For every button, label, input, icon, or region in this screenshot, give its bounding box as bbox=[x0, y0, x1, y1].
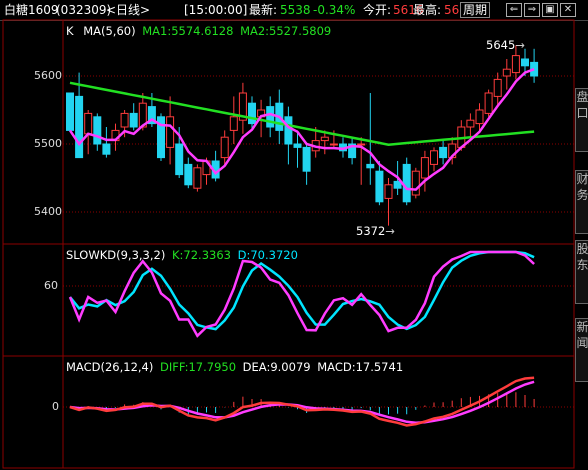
candle-body bbox=[293, 143, 302, 148]
candle-body bbox=[357, 143, 366, 146]
macd-diff-value: DIFF:17.7950 bbox=[160, 360, 237, 374]
main-panel-legend: K MA(5,60) MA1:5574.6128 MA2:5527.5809 bbox=[66, 24, 331, 38]
candle-body bbox=[521, 58, 529, 67]
candle-body bbox=[502, 68, 511, 77]
candle-body bbox=[84, 112, 93, 135]
candle-body bbox=[484, 92, 493, 114]
candle-body bbox=[284, 116, 293, 145]
macd-y-tick-0: 0 bbox=[52, 400, 59, 413]
kd-k-line bbox=[68, 250, 535, 338]
candle-body bbox=[320, 136, 329, 142]
candle-body bbox=[439, 146, 448, 159]
kd-params: SLOWKD(9,3,3,2) bbox=[66, 248, 166, 262]
candle-body bbox=[248, 102, 256, 125]
candle-body bbox=[493, 78, 502, 97]
candle-body bbox=[302, 146, 311, 172]
candle-body bbox=[93, 116, 102, 145]
candle-body bbox=[175, 143, 184, 176]
candle-body bbox=[184, 163, 193, 186]
chart-canvas[interactable] bbox=[0, 0, 575, 470]
ma-params: MA(5,60) bbox=[83, 24, 136, 38]
candle-body bbox=[193, 167, 202, 189]
y-tick-5600: 5600 bbox=[34, 69, 62, 82]
candle-body bbox=[375, 170, 384, 203]
kd-k-value: K:72.3363 bbox=[171, 248, 231, 262]
candle-body bbox=[229, 116, 238, 131]
candle-body bbox=[66, 92, 74, 131]
kd-panel-legend: SLOWKD(9,3,3,2) K:72.3363 D:70.3720 bbox=[66, 248, 298, 262]
candle-body bbox=[430, 150, 438, 165]
ma2-value: MA2:5527.5809 bbox=[240, 24, 332, 38]
chart-type-label: K bbox=[66, 24, 74, 38]
macd-panel-legend: MACD(26,12,4) DIFF:17.7950 DEA:9.0079 MA… bbox=[66, 360, 403, 374]
candle-body bbox=[366, 163, 375, 169]
candle-body bbox=[384, 184, 393, 199]
low-mark-value: 5372 bbox=[356, 224, 386, 238]
y-tick-5500: 5500 bbox=[34, 137, 62, 150]
candle-body bbox=[129, 112, 138, 128]
kd-y-tick-60: 60 bbox=[44, 279, 58, 292]
tab-news[interactable]: 新闻 bbox=[575, 318, 588, 382]
candle-body bbox=[220, 136, 229, 159]
candle-body bbox=[420, 157, 429, 179]
candle-body bbox=[266, 106, 275, 128]
macd-params: MACD(26,12,4) bbox=[66, 360, 154, 374]
y-tick-5400: 5400 bbox=[34, 205, 62, 218]
high-price-mark: 5645→ bbox=[486, 38, 525, 52]
macd-dea-line bbox=[69, 380, 535, 425]
high-mark-value: 5645 bbox=[486, 38, 516, 52]
macd-value: MACD:17.5741 bbox=[317, 360, 404, 374]
candle-body bbox=[166, 116, 175, 148]
low-price-mark: 5372→ bbox=[356, 224, 395, 238]
candle-body bbox=[466, 119, 475, 128]
candle-body bbox=[75, 95, 84, 159]
candle-body bbox=[329, 143, 338, 146]
macd-diff-line bbox=[69, 376, 535, 427]
candle-body bbox=[102, 143, 111, 155]
candle-body bbox=[402, 163, 411, 203]
macd-dea-value: DEA:9.0079 bbox=[242, 360, 311, 374]
tab-orderbook[interactable]: 盘口 bbox=[575, 88, 588, 152]
candle-body bbox=[511, 55, 520, 74]
candle-body bbox=[411, 170, 420, 196]
kd-d-value: D:70.3720 bbox=[237, 248, 298, 262]
tab-shareholders[interactable]: 股东 bbox=[575, 240, 588, 304]
tab-finance[interactable]: 财务 bbox=[575, 170, 588, 234]
candle-body bbox=[120, 112, 129, 128]
candle-body bbox=[475, 109, 484, 125]
ma1-value: MA1:5574.6128 bbox=[142, 24, 234, 38]
